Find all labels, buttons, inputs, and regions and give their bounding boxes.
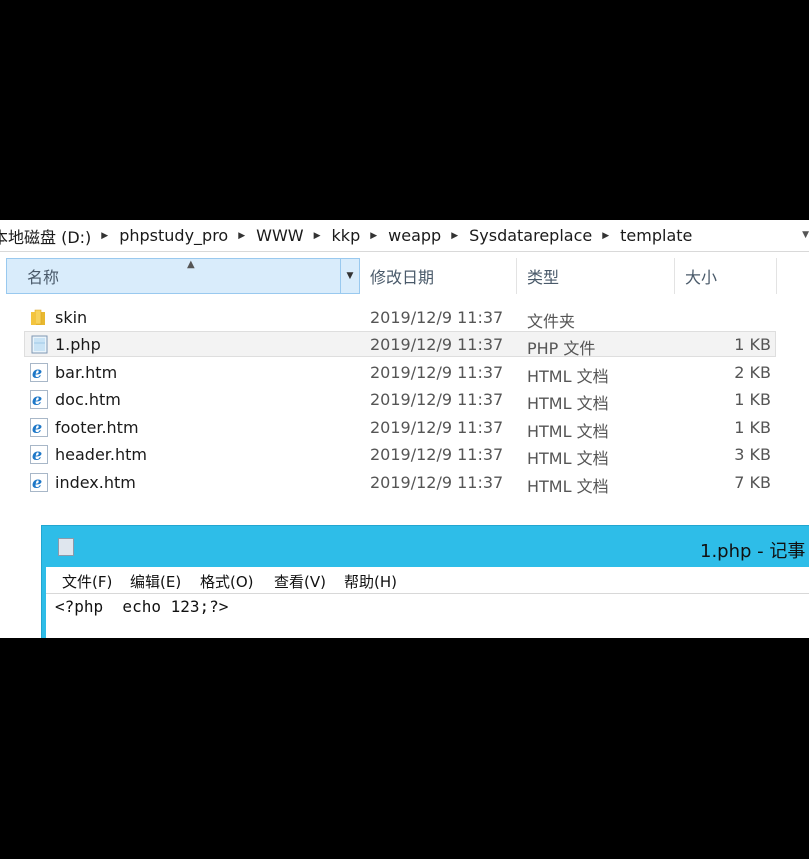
file-type: PHP 文件 [527, 339, 596, 358]
html-file-icon: e [30, 363, 48, 382]
sort-up-icon: ▲ [187, 259, 195, 270]
file-row[interactable]: e bar.htm 2019/12/9 11:37 HTML 文档 2 KB [0, 359, 809, 386]
html-file-icon: e [30, 418, 48, 437]
column-header-label: 大小 [685, 268, 718, 287]
file-name: 1.php [55, 335, 101, 354]
chevron-right-icon[interactable]: ▶ [101, 231, 108, 241]
column-header-label: 类型 [527, 268, 560, 287]
file-size: 1 KB [734, 390, 771, 409]
breadcrumb-item[interactable]: 本地磁盘 (D:) ▶ [0, 224, 119, 248]
php-file-icon [30, 335, 48, 354]
html-file-icon: e [30, 390, 48, 409]
breadcrumb-item[interactable]: phpstudy_pro ▶ [119, 226, 256, 245]
chevron-right-icon[interactable]: ▶ [314, 231, 321, 241]
notepad-window[interactable]: 1.php - 记事 文件(F) 编辑(E) 格式(O) 查看(V) 帮助(H)… [41, 525, 809, 638]
file-date: 2019/12/9 11:37 [370, 363, 504, 382]
file-date: 2019/12/9 11:37 [370, 445, 504, 464]
file-size: 2 KB [734, 363, 771, 382]
column-headers: 名称 ▲ ▼ 修改日期 类型 大小 [0, 258, 809, 296]
menu-format[interactable]: 格式(O) [200, 571, 254, 592]
editor-content: <?php echo 123;?> [55, 597, 229, 616]
file-date: 2019/12/9 11:37 [370, 473, 504, 492]
file-date: 2019/12/9 11:37 [370, 390, 504, 409]
chevron-down-icon: ▼ [346, 271, 354, 281]
file-name: footer.htm [55, 418, 139, 437]
file-row[interactable]: e footer.htm 2019/12/9 11:37 HTML 文档 1 K… [0, 414, 809, 441]
chevron-right-icon[interactable]: ▶ [451, 231, 458, 241]
breadcrumb-item[interactable]: weapp ▶ [388, 226, 469, 245]
column-header-size[interactable]: 大小 [677, 258, 777, 294]
breadcrumb-item[interactable]: kkp ▶ [332, 226, 389, 245]
notepad-icon [58, 538, 74, 556]
column-header-type[interactable]: 类型 [519, 258, 675, 294]
file-type: HTML 文档 [527, 422, 609, 441]
file-row[interactable]: 1.php 2019/12/9 11:37 PHP 文件 1 KB [0, 331, 809, 358]
file-size: 7 KB [734, 473, 771, 492]
window-title: 1.php - 记事 [700, 541, 806, 562]
html-file-icon: e [30, 445, 48, 464]
file-name: index.htm [55, 473, 136, 492]
folder-icon [30, 308, 48, 327]
file-date: 2019/12/9 11:37 [370, 335, 504, 354]
file-size: 1 KB [734, 418, 771, 437]
file-type: 文件夹 [527, 312, 576, 331]
file-row[interactable]: skin 2019/12/9 11:37 文件夹 [0, 304, 809, 331]
chevron-right-icon[interactable]: ▶ [370, 231, 377, 241]
file-name: bar.htm [55, 363, 118, 382]
breadcrumb-item[interactable]: WWW ▶ [256, 226, 331, 245]
file-type: HTML 文档 [527, 449, 609, 468]
html-file-icon: e [30, 473, 48, 492]
screenshot-area: 本地磁盘 (D:) ▶ phpstudy_pro ▶ WWW ▶ kkp ▶ weapp… [0, 220, 809, 638]
file-row[interactable]: e index.htm 2019/12/9 11:37 HTML 文档 7 KB [0, 469, 809, 496]
column-header-name[interactable]: 名称 ▲ ▼ [6, 258, 360, 294]
file-name: skin [55, 308, 88, 327]
file-size: 1 KB [734, 335, 771, 354]
file-date: 2019/12/9 11:37 [370, 418, 504, 437]
file-date: 2019/12/9 11:37 [370, 308, 504, 327]
file-row[interactable]: e header.htm 2019/12/9 11:37 HTML 文档 3 K… [0, 441, 809, 468]
chevron-right-icon[interactable]: ▶ [602, 231, 609, 241]
chevron-down-icon[interactable]: ▼ [802, 230, 809, 240]
menu-edit[interactable]: 编辑(E) [130, 571, 181, 592]
text-editor[interactable]: <?php echo 123;?> [46, 593, 809, 638]
file-name: doc.htm [55, 390, 121, 409]
menu-view[interactable]: 查看(V) [274, 571, 326, 592]
file-type: HTML 文档 [527, 394, 609, 413]
file-type: HTML 文档 [527, 477, 609, 496]
file-size: 3 KB [734, 445, 771, 464]
file-name: header.htm [55, 445, 147, 464]
menu-help[interactable]: 帮助(H) [344, 571, 397, 592]
file-type: HTML 文档 [527, 367, 609, 386]
file-row[interactable]: e doc.htm 2019/12/9 11:37 HTML 文档 1 KB [0, 386, 809, 413]
column-header-date[interactable]: 修改日期 [362, 258, 517, 294]
column-filter-dropdown[interactable]: ▼ [340, 259, 359, 293]
breadcrumb-item[interactable]: template [620, 226, 692, 245]
chevron-right-icon[interactable]: ▶ [238, 231, 245, 241]
breadcrumb-item[interactable]: Sysdatareplace ▶ [469, 226, 620, 245]
menu-bar: 文件(F) 编辑(E) 格式(O) 查看(V) 帮助(H) [46, 567, 809, 593]
column-header-label: 名称 [27, 268, 60, 287]
menu-file[interactable]: 文件(F) [62, 571, 112, 592]
address-breadcrumb[interactable]: 本地磁盘 (D:) ▶ phpstudy_pro ▶ WWW ▶ kkp ▶ weapp… [0, 220, 809, 252]
column-header-label: 修改日期 [370, 268, 435, 287]
